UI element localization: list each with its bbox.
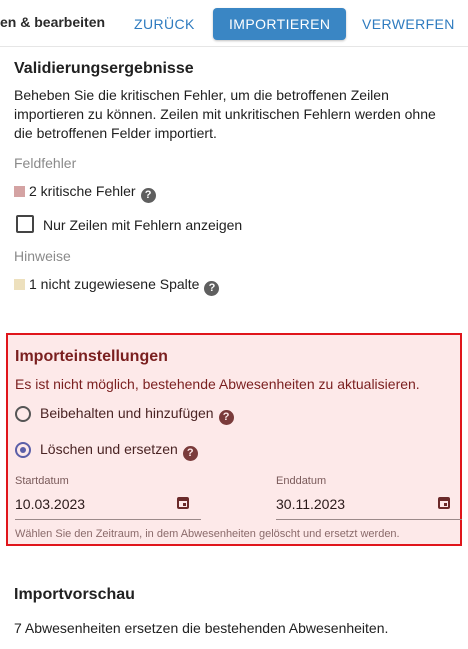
radio-replace-label[interactable]: Löschen und ersetzen?	[40, 441, 198, 461]
validation-title: Validierungsergebnisse	[14, 60, 194, 77]
critical-errors-label: 2 kritische Fehler	[29, 183, 136, 199]
import-settings-title: Importeinstellungen	[15, 348, 168, 365]
help-circle-icon[interactable]: ?	[204, 281, 220, 296]
critical-errors-row: 2 kritische Fehler?	[14, 182, 156, 203]
critical-swatch	[14, 186, 25, 197]
import-settings-panel: Importeinstellungen Es ist nicht möglich…	[6, 333, 462, 546]
import-button[interactable]: IMPORTIEREN	[213, 8, 347, 40]
validation-description: Beheben Sie die kritischen Fehler, um di…	[14, 86, 436, 143]
only-errors-checkbox[interactable]	[16, 215, 34, 233]
end-date-label: Enddatum	[276, 475, 327, 487]
hint-swatch	[14, 279, 25, 290]
validation-description-line: Beheben Sie die kritischen Fehler, um di…	[14, 87, 389, 103]
field-errors-heading: Feldfehler	[14, 155, 77, 171]
hints-heading: Hinweise	[14, 248, 71, 264]
radio-keep-text: Beibehalten und hinzufügen	[40, 405, 214, 421]
end-date-input[interactable]: 30.11.2023	[276, 496, 345, 512]
validation-description-line: importieren zu können. Zeilen mit unkrit…	[14, 106, 436, 122]
help-circle-icon[interactable]: ?	[140, 188, 156, 203]
help-circle-icon[interactable]: ?	[182, 446, 198, 461]
calendar-icon[interactable]	[177, 497, 189, 509]
start-date-label: Startdatum	[15, 475, 69, 487]
preview-title: Importvorschau	[14, 586, 135, 603]
unassigned-columns-row: 1 nicht zugewiesene Spalte?	[14, 275, 220, 296]
import-settings-warning: Es ist nicht möglich, bestehende Abwesen…	[15, 376, 420, 392]
start-date-input[interactable]: 10.03.2023	[15, 496, 85, 512]
radio-delete-and-replace[interactable]	[15, 442, 31, 458]
toolbar: en & bearbeiten ZURÜCK IMPORTIEREN VERWE…	[0, 0, 468, 47]
date-range-helper: Wählen Sie den Zeitraum, in dem Abwesenh…	[15, 528, 400, 540]
radio-replace-text: Löschen und ersetzen	[40, 441, 178, 457]
unassigned-columns-label: 1 nicht zugewiesene Spalte	[29, 276, 200, 292]
end-date-underline	[276, 519, 462, 520]
radio-keep-label[interactable]: Beibehalten und hinzufügen?	[40, 405, 234, 425]
preview-text: 7 Abwesenheiten ersetzen die bestehenden…	[14, 620, 389, 636]
back-button[interactable]: ZURÜCK	[126, 8, 203, 40]
help-circle-icon[interactable]: ?	[218, 410, 234, 425]
only-errors-label[interactable]: Nur Zeilen mit Fehlern anzeigen	[43, 216, 242, 235]
start-date-underline	[15, 519, 201, 520]
discard-button[interactable]: VERWERFEN	[354, 8, 463, 40]
validation-description-line: die betroffenen Felder importiert.	[14, 125, 217, 141]
page-title: en & bearbeiten	[0, 14, 106, 30]
radio-keep-and-add[interactable]	[15, 406, 31, 422]
calendar-icon[interactable]	[438, 497, 450, 509]
